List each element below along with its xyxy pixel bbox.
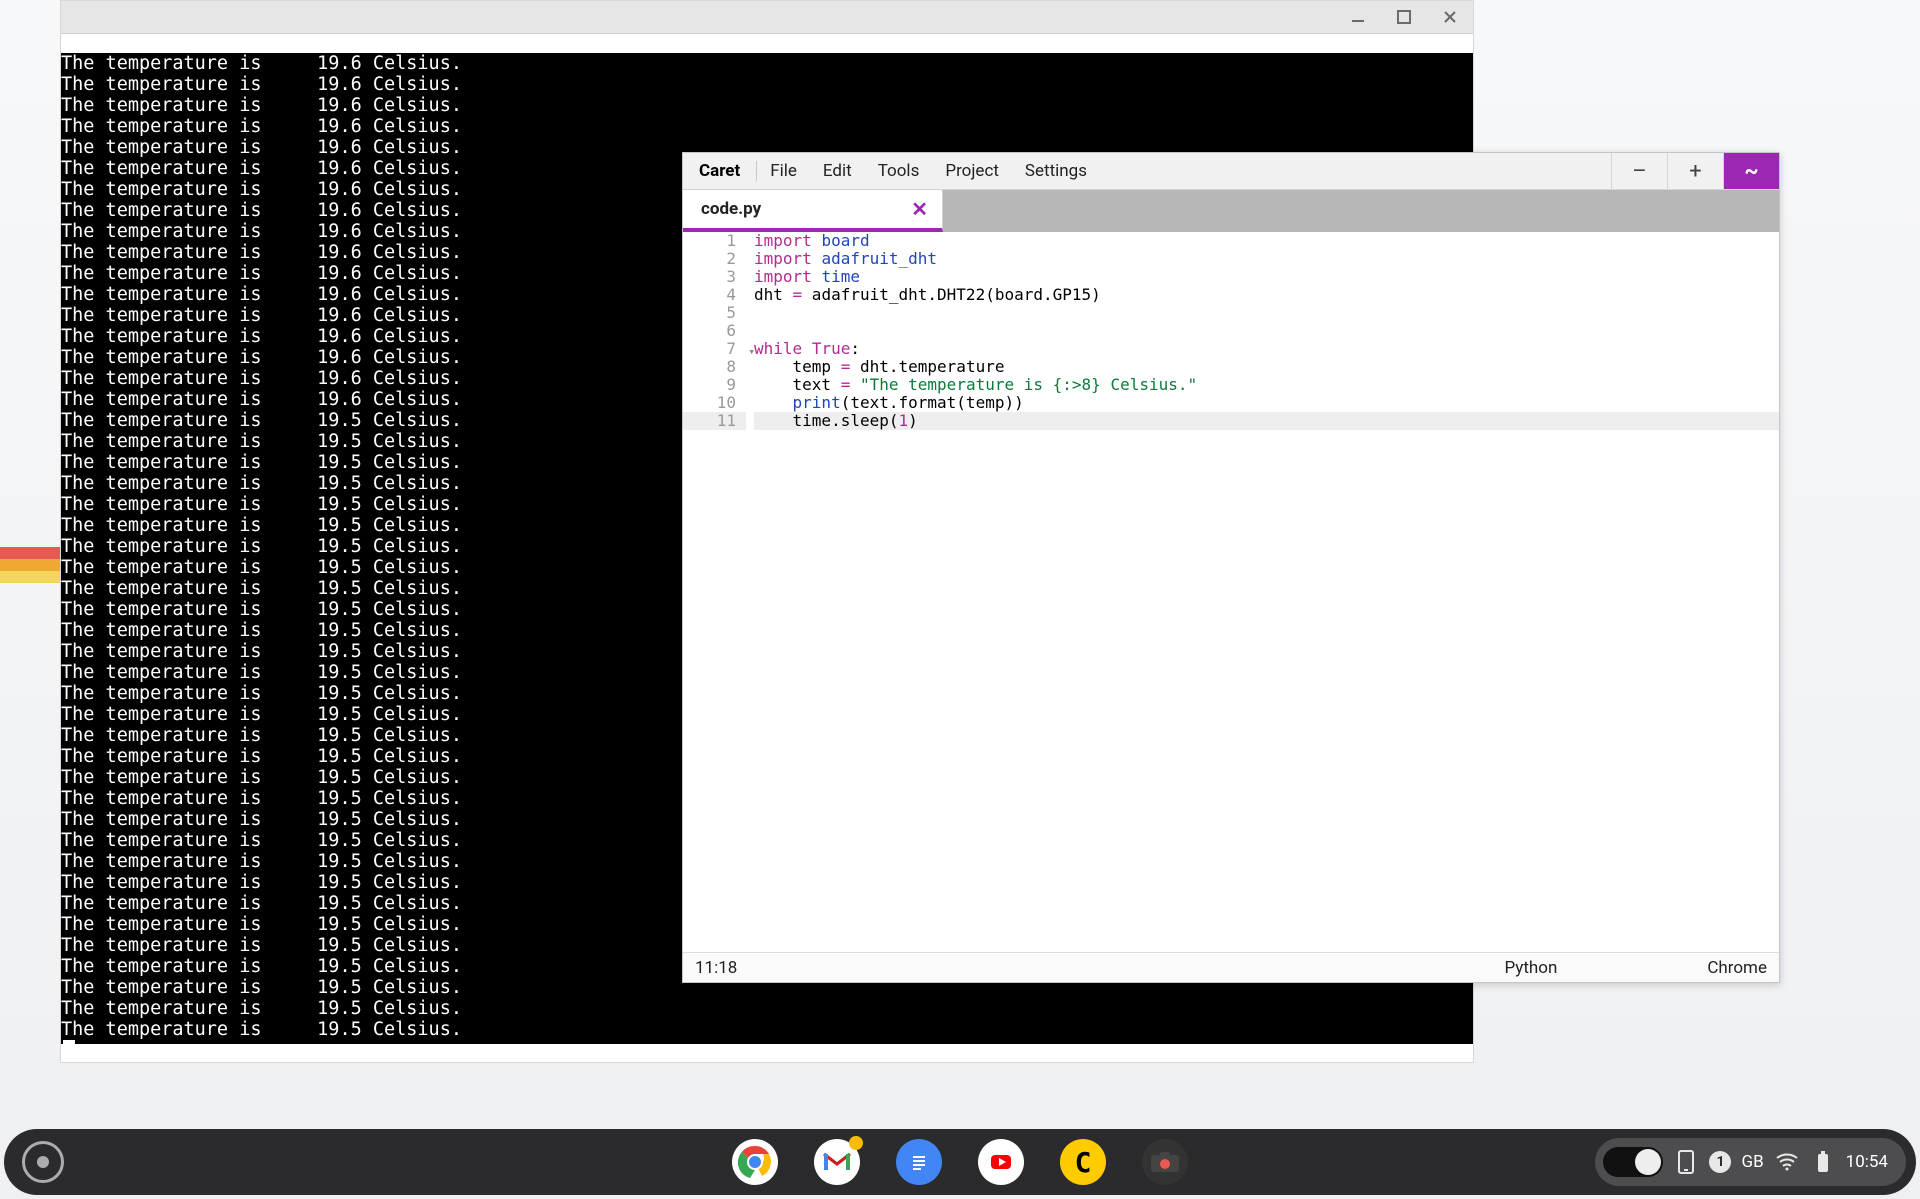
caret-app-icon: C — [1075, 1146, 1092, 1179]
edge-tab — [0, 559, 60, 571]
code-editor[interactable]: import boardimport adafruit_dhtimport ti… — [746, 232, 1779, 952]
caret-maximize-button[interactable]: + — [1667, 153, 1723, 189]
app-caret[interactable]: C — [1060, 1139, 1106, 1185]
menu-edit[interactable]: Edit — [810, 161, 865, 181]
platform-label: Chrome — [1707, 958, 1767, 978]
cursor-position: 11:18 — [695, 958, 737, 978]
caret-minimize-button[interactable]: – — [1611, 153, 1667, 189]
chromeos-shelf: C 1 GB 10:54 — [4, 1129, 1916, 1195]
battery-icon[interactable] — [1810, 1149, 1836, 1175]
app-gmail[interactable] — [814, 1139, 860, 1185]
terminal-titlebar[interactable] — [61, 1, 1473, 34]
tab-label: code.py — [701, 199, 761, 219]
wifi-icon[interactable] — [1774, 1149, 1800, 1175]
menu-file[interactable]: File — [757, 161, 810, 181]
language-mode[interactable]: Python — [1504, 958, 1557, 978]
chrome-icon — [738, 1145, 772, 1179]
caret-brand: Caret — [683, 161, 757, 181]
phone-hub-icon[interactable] — [1673, 1149, 1699, 1175]
launcher-button[interactable] — [22, 1141, 64, 1183]
menu-tools[interactable]: Tools — [865, 161, 933, 181]
app-youtube[interactable] — [978, 1139, 1024, 1185]
clock: 10:54 — [1846, 1152, 1888, 1172]
maximize-button[interactable] — [1395, 8, 1413, 26]
app-chrome[interactable] — [732, 1139, 778, 1185]
gmail-icon — [822, 1151, 852, 1173]
minimize-button[interactable] — [1349, 8, 1367, 26]
storage-badge: 1 — [1709, 1151, 1731, 1173]
edge-tab — [0, 547, 60, 559]
menu-project[interactable]: Project — [932, 161, 1012, 181]
caret-editor-window: Caret File Edit Tools Project Settings –… — [682, 152, 1780, 983]
close-button[interactable] — [1441, 8, 1459, 26]
system-tray[interactable]: 1 GB 10:54 — [1595, 1138, 1906, 1186]
app-docs[interactable] — [896, 1139, 942, 1185]
caret-close-button[interactable]: ~ — [1723, 153, 1779, 189]
quick-toggle[interactable] — [1603, 1147, 1663, 1177]
docs-icon — [908, 1148, 930, 1176]
launcher-icon — [37, 1156, 49, 1168]
edge-tab — [0, 571, 60, 583]
caret-tab-strip: code.py ✕ — [683, 190, 1779, 232]
caret-menu-bar: Caret File Edit Tools Project Settings –… — [683, 153, 1779, 190]
line-number-gutter: 1234567▾891011 — [683, 232, 746, 952]
edge-notification-tabs — [0, 547, 60, 583]
caret-status-bar: 11:18 Python Chrome — [683, 952, 1779, 982]
caret-editor-body: 1234567▾891011 import boardimport adafru… — [683, 232, 1779, 952]
menu-settings[interactable]: Settings — [1012, 161, 1100, 181]
tab-close-icon[interactable]: ✕ — [911, 197, 928, 221]
youtube-icon — [984, 1145, 1018, 1179]
storage-unit: GB — [1741, 1152, 1763, 1172]
tab-code-py[interactable]: code.py ✕ — [683, 190, 943, 232]
shelf-apps: C — [732, 1139, 1188, 1185]
app-camera[interactable] — [1142, 1139, 1188, 1185]
camera-icon — [1150, 1151, 1180, 1173]
gmail-notification-dot — [849, 1136, 863, 1150]
